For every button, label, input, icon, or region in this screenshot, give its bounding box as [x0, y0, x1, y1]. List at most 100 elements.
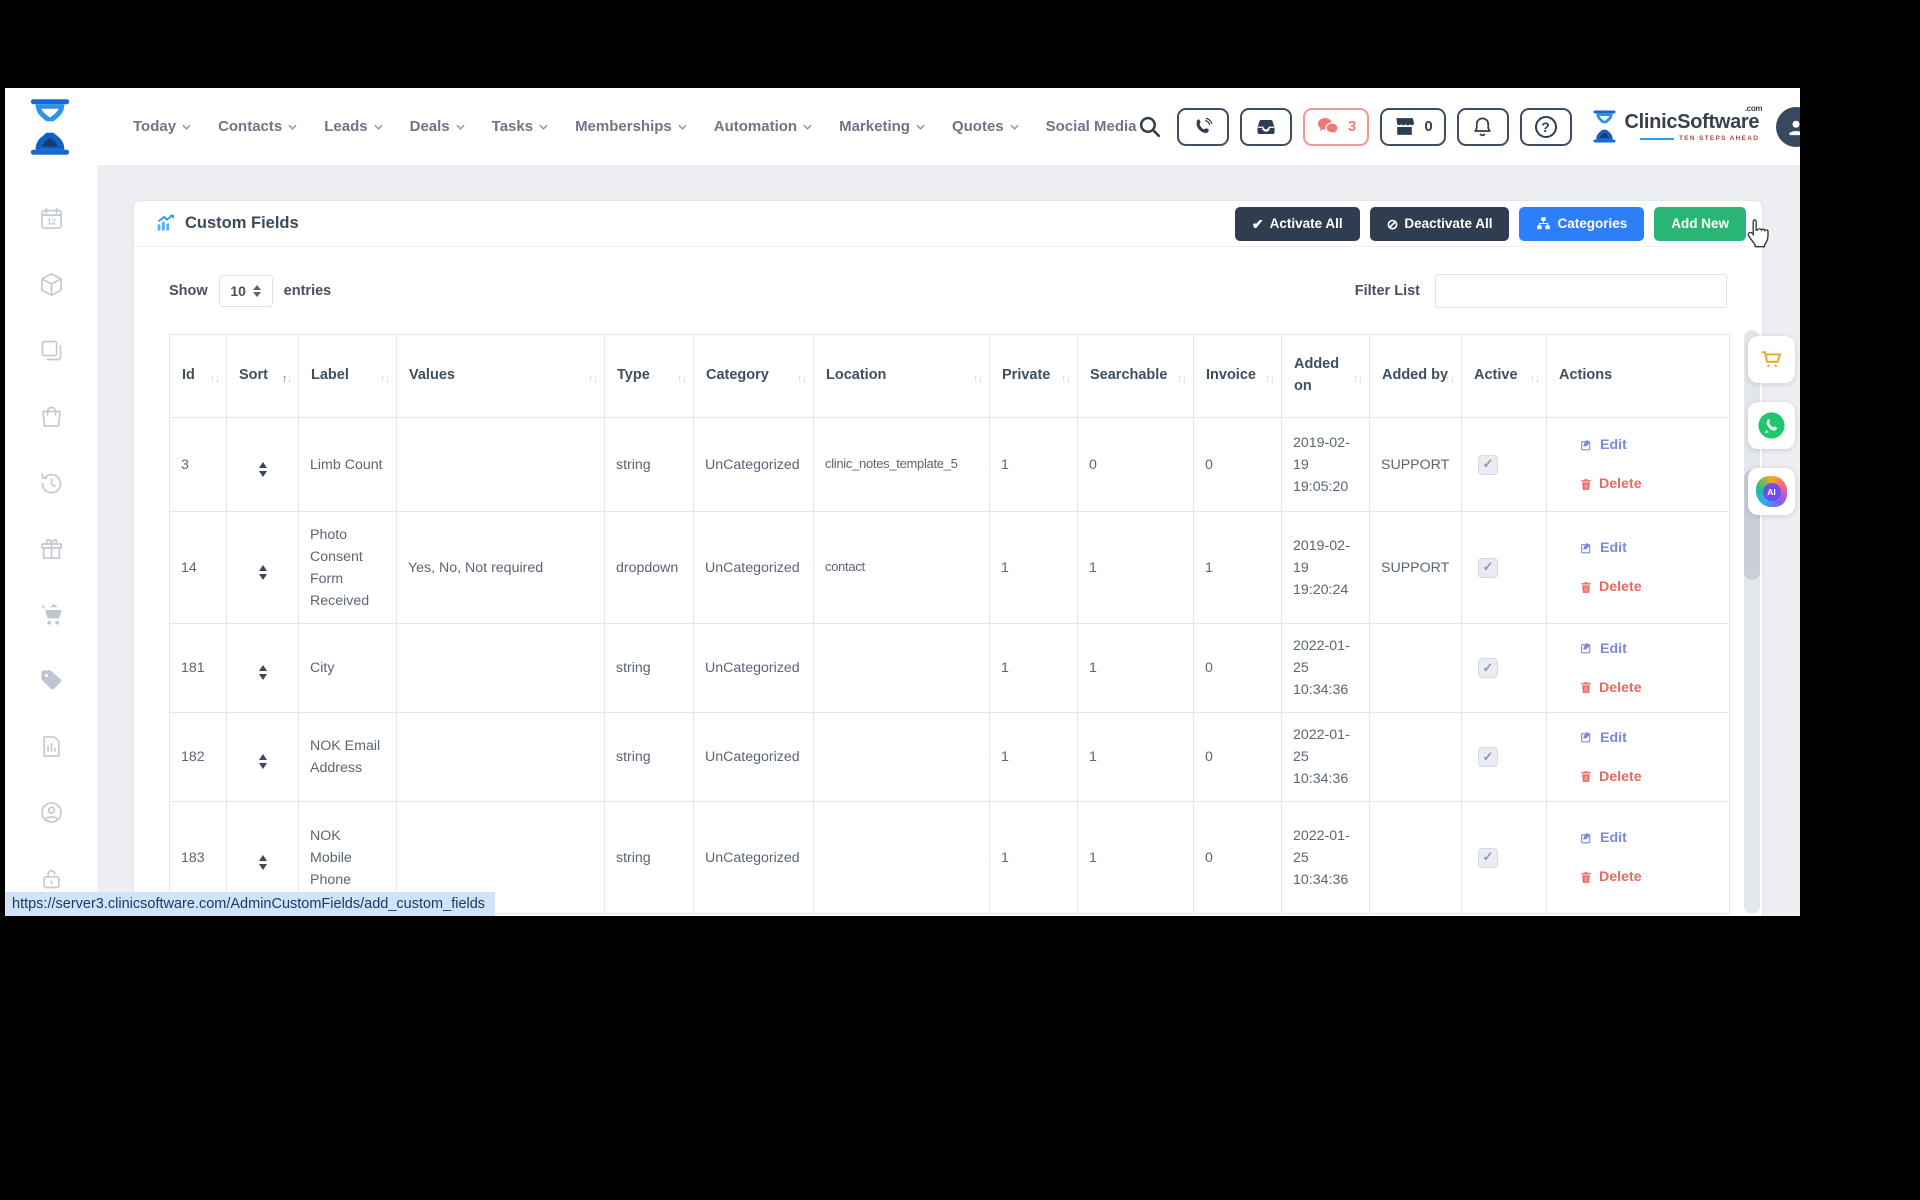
top-navigation-bar: Today Contacts Leads Deals Tasks Memberships A…: [5, 88, 1800, 165]
nav-item-social-media[interactable]: Social Media: [1046, 118, 1137, 135]
column-header-sort[interactable]: Sort ↑↓: [226, 334, 299, 418]
sidebar-item-cart[interactable]: [38, 601, 65, 628]
sidebar-item-gifts[interactable]: [38, 535, 65, 562]
sort-arrows-icon: ↑↓: [210, 372, 220, 385]
edit-link[interactable]: Edit: [1580, 537, 1718, 559]
sidebar-item-reports[interactable]: [38, 733, 65, 760]
calendar-icon: 12: [38, 205, 65, 232]
column-header-actions[interactable]: Actions: [1546, 334, 1730, 418]
brand-tagline-line: [1639, 137, 1674, 140]
page-size-select[interactable]: 10: [218, 275, 273, 307]
edit-link[interactable]: Edit: [1580, 727, 1718, 749]
nav-item-marketing[interactable]: Marketing: [839, 118, 925, 135]
activate-all-button[interactable]: ✔ Activate All: [1234, 206, 1360, 241]
active-checkbox[interactable]: ✓: [1478, 454, 1498, 475]
phone-button[interactable]: [1176, 107, 1229, 146]
add-new-button[interactable]: Add New: [1654, 206, 1746, 241]
nav-item-contacts[interactable]: Contacts: [218, 118, 297, 135]
notifications-button[interactable]: [1456, 107, 1509, 146]
cell-label: City: [298, 623, 397, 713]
column-header-values[interactable]: Values ↑↓: [396, 334, 605, 418]
sort-arrows-icon: ↑↓: [1445, 372, 1455, 385]
clinicsoftware-brand-logo[interactable]: ClinicSoftware .com TEN STEPS AHEAD: [1591, 104, 1763, 143]
active-checkbox[interactable]: ✓: [1478, 557, 1498, 578]
sidebar-item-tags[interactable]: [38, 667, 65, 694]
column-header-searchable[interactable]: Searchable ↑↓: [1077, 334, 1194, 418]
categories-button[interactable]: Categories: [1519, 206, 1645, 241]
delete-link[interactable]: Delete: [1580, 766, 1718, 788]
sidebar-item-documents[interactable]: [38, 337, 65, 364]
edit-link[interactable]: Edit: [1580, 827, 1718, 849]
nav-item-quotes[interactable]: Quotes: [952, 118, 1019, 135]
sort-arrows-icon: ↑↓: [588, 372, 598, 385]
active-checkbox[interactable]: ✓: [1478, 658, 1498, 678]
column-header-type[interactable]: Type ↑↓: [604, 334, 694, 418]
search-icon[interactable]: [1137, 114, 1162, 139]
trash-icon: [1581, 581, 1591, 593]
edit-icon: [1581, 439, 1591, 450]
edit-icon: [1581, 542, 1591, 553]
sidebar-item-products[interactable]: [38, 271, 65, 298]
column-header-private[interactable]: Private ↑↓: [989, 334, 1078, 418]
delete-link[interactable]: Delete: [1580, 677, 1718, 699]
cell-category: UnCategorized: [693, 511, 814, 624]
edit-link[interactable]: Edit: [1580, 434, 1718, 456]
chat-bubbles-icon: [1315, 114, 1341, 140]
chevron-down-icon: [539, 124, 548, 130]
user-avatar[interactable]: [1776, 106, 1800, 147]
sidebar-item-history[interactable]: [38, 469, 65, 496]
row-sort-handle[interactable]: [258, 564, 267, 580]
inbox-button[interactable]: [1239, 107, 1292, 146]
ban-icon: ⊘: [1386, 215, 1399, 232]
documents-icon: [38, 337, 65, 364]
active-checkbox[interactable]: ✓: [1478, 747, 1498, 767]
column-header-category[interactable]: Category ↑↓: [693, 334, 814, 418]
delete-link[interactable]: Delete: [1580, 576, 1718, 598]
nav-item-today[interactable]: Today: [133, 118, 191, 135]
column-header-label[interactable]: Label ↑↓: [298, 334, 397, 418]
help-button[interactable]: ?: [1519, 107, 1572, 146]
trash-icon: [1581, 682, 1591, 693]
sidebar-item-clients[interactable]: [38, 799, 65, 826]
store-button[interactable]: 0: [1379, 107, 1446, 146]
nav-item-memberships[interactable]: Memberships: [575, 118, 687, 135]
column-header-active[interactable]: Active ↑↓: [1461, 334, 1547, 418]
sidebar-item-shop-bag[interactable]: [38, 403, 65, 430]
hourglass-logo-icon[interactable]: [27, 98, 73, 156]
cell-searchable: 1: [1077, 623, 1194, 713]
cell-label: Limb Count: [298, 417, 397, 512]
sidebar-item-security[interactable]: [38, 865, 65, 892]
floating-ai-button[interactable]: AI: [1748, 468, 1795, 515]
column-header-id[interactable]: Id ↑↓: [169, 334, 227, 418]
delete-link[interactable]: Delete: [1580, 473, 1718, 495]
column-header-invoice[interactable]: Invoice ↑↓: [1193, 334, 1282, 418]
sort-arrows-icon: ↑↓: [1177, 372, 1187, 385]
deactivate-all-button[interactable]: ⊘ Deactivate All: [1369, 206, 1510, 241]
column-header-added-on[interactable]: Added on ↑↓: [1281, 334, 1370, 418]
cell-added-by: [1369, 712, 1462, 802]
nav-item-automation[interactable]: Automation: [714, 118, 812, 135]
trash-icon: [1581, 871, 1591, 883]
nav-item-deals[interactable]: Deals: [410, 118, 465, 135]
nav-item-tasks[interactable]: Tasks: [492, 118, 548, 135]
cell-location: [813, 623, 990, 713]
edit-link[interactable]: Edit: [1580, 638, 1718, 660]
nav-item-leads[interactable]: Leads: [324, 118, 383, 135]
cell-actions: Edit Delete: [1546, 801, 1730, 914]
sidebar-item-calendar[interactable]: 12: [38, 205, 65, 232]
delete-link[interactable]: Delete: [1580, 866, 1718, 888]
active-checkbox[interactable]: ✓: [1478, 847, 1498, 868]
row-sort-handle[interactable]: [258, 665, 267, 680]
floating-cart-button[interactable]: [1748, 336, 1795, 383]
row-sort-handle[interactable]: [258, 854, 267, 870]
column-header-location[interactable]: Location ↑↓: [813, 334, 990, 418]
column-header-added-by[interactable]: Added by ↑↓: [1369, 334, 1462, 418]
row-sort-handle[interactable]: [258, 754, 267, 769]
cell-private: 1: [989, 712, 1078, 802]
floating-whatsapp-button[interactable]: [1748, 402, 1795, 449]
filter-list-input[interactable]: [1435, 274, 1727, 308]
chat-button[interactable]: 3: [1302, 107, 1369, 146]
sort-arrows-icon: ↑↓: [282, 372, 292, 385]
reports-icon: [38, 733, 65, 760]
row-sort-handle[interactable]: [258, 461, 267, 477]
